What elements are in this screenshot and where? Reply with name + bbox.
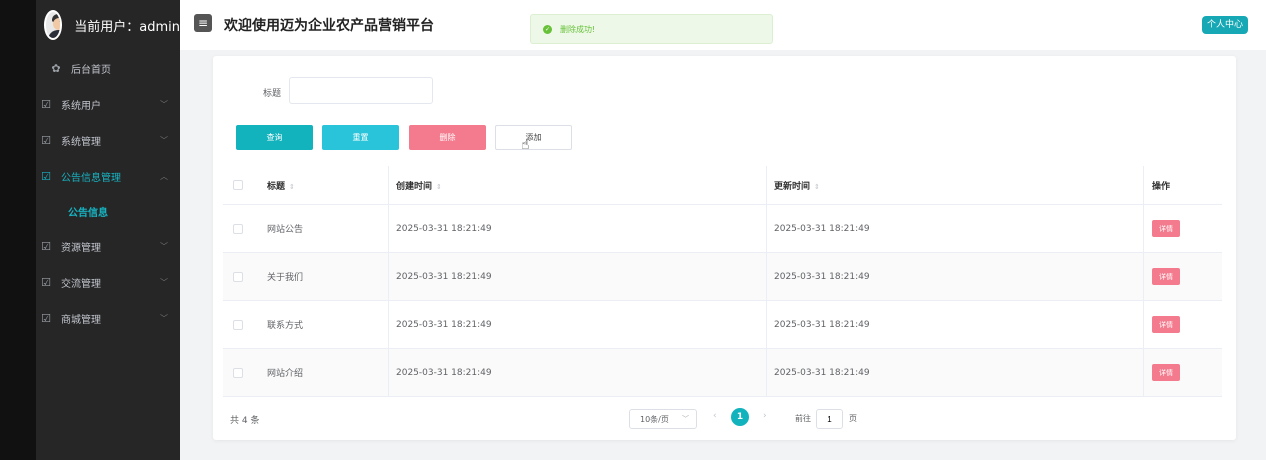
detail-button[interactable]: 详情 bbox=[1152, 220, 1180, 237]
delete-button[interactable]: 删除 bbox=[409, 125, 486, 150]
success-toast: ✓ 删除成功! bbox=[530, 14, 773, 44]
sidebar-item-label: 系统管理 bbox=[61, 136, 101, 148]
sidebar-item-label: 交流管理 bbox=[61, 278, 101, 290]
chevron-up-icon: ︿ bbox=[160, 171, 168, 181]
sidebar-item-system-users[interactable]: ☑ 系统用户 ﹀ bbox=[36, 86, 180, 122]
chevron-down-icon: ﹀ bbox=[160, 135, 168, 145]
announcement-table: 标题 ⇕ 创建时间 ⇕ 更新时间 ⇕ 操作 网站公告 2025-03-31 18:21… bbox=[223, 166, 1222, 397]
detail-button[interactable]: 详情 bbox=[1152, 268, 1180, 285]
sort-icon: ⇕ bbox=[814, 182, 820, 191]
column-header-created[interactable]: 创建时间 ⇕ bbox=[396, 179, 442, 192]
user-area: 当前用户：admin bbox=[36, 0, 180, 50]
edit-icon: ☑ bbox=[41, 239, 51, 253]
table-row: 网站介绍 2025-03-31 18:21:49 2025-03-31 18:2… bbox=[223, 349, 1222, 397]
table-row: 联系方式 2025-03-31 18:21:49 2025-03-31 18:2… bbox=[223, 301, 1222, 349]
table-row: 关于我们 2025-03-31 18:21:49 2025-03-31 18:2… bbox=[223, 253, 1222, 301]
cell-updated: 2025-03-31 18:21:49 bbox=[774, 319, 870, 330]
select-all-checkbox[interactable] bbox=[233, 180, 243, 190]
row-checkbox[interactable] bbox=[233, 367, 243, 378]
sidebar-item-communication-management[interactable]: ☑ 交流管理 ﹀ bbox=[36, 264, 180, 300]
column-header-title[interactable]: 标题 ⇕ bbox=[267, 179, 295, 192]
prev-page-icon[interactable]: ‹ bbox=[713, 411, 717, 421]
sidebar-item-shop-management[interactable]: ☑ 商城管理 ﹀ bbox=[36, 300, 180, 336]
goto-label-prefix: 前往 bbox=[795, 414, 811, 423]
chevron-down-icon: ﹀ bbox=[160, 277, 168, 287]
topbar: ≡ 欢迎使用迈为企业农产品营销平台 ✓ 删除成功! 个人中心 bbox=[180, 0, 1266, 50]
search-label: 标题 bbox=[263, 89, 282, 99]
edit-icon: ☑ bbox=[41, 311, 51, 325]
total-count: 共 4 条 bbox=[230, 416, 260, 426]
sidebar-item-label: 资源管理 bbox=[61, 242, 101, 254]
edit-icon: ☑ bbox=[41, 133, 51, 147]
home-icon: ✿ bbox=[51, 61, 61, 75]
sidebar: 当前用户：admin ✿ 后台首页 ☑ 系统用户 ﹀ ☑ 系统管理 ﹀ ☑ 公告… bbox=[36, 0, 180, 460]
cell-updated: 2025-03-31 18:21:49 bbox=[774, 367, 870, 378]
reset-button[interactable]: 重置 bbox=[322, 125, 399, 150]
sort-icon: ⇕ bbox=[436, 182, 442, 191]
page-size-select[interactable]: 10条/页 ﹀ bbox=[629, 409, 697, 429]
edit-icon: ☑ bbox=[41, 275, 51, 289]
add-button[interactable]: 添加 bbox=[495, 125, 572, 150]
sidebar-item-label: 公告信息管理 bbox=[61, 172, 121, 184]
detail-button[interactable]: 详情 bbox=[1152, 316, 1180, 333]
cell-created: 2025-03-31 18:21:49 bbox=[396, 223, 492, 234]
goto-label-suffix: 页 bbox=[849, 414, 857, 423]
chevron-down-icon: ﹀ bbox=[160, 99, 168, 109]
chevron-down-icon: ﹀ bbox=[682, 415, 689, 423]
check-circle-icon: ✓ bbox=[543, 24, 552, 34]
menu-toggle-icon[interactable]: ≡ bbox=[194, 14, 212, 32]
content-card: 标题 查询 重置 删除 添加 ☝ 标题 ⇕ 创建时间 ⇕ 更新时间 ⇕ 操作 网站公告… bbox=[213, 56, 1236, 440]
cell-title: 网站公告 bbox=[267, 225, 304, 235]
cell-created: 2025-03-31 18:21:49 bbox=[396, 271, 492, 282]
sidebar-item-home[interactable]: ✿ 后台首页 bbox=[36, 50, 180, 86]
query-button[interactable]: 查询 bbox=[236, 125, 313, 150]
row-checkbox[interactable] bbox=[233, 319, 243, 330]
row-checkbox[interactable] bbox=[233, 223, 243, 234]
cell-updated: 2025-03-31 18:21:49 bbox=[774, 223, 870, 234]
edit-icon: ☑ bbox=[41, 97, 51, 111]
page-title: 欢迎使用迈为企业农产品营销平台 bbox=[224, 18, 434, 34]
toast-message: 删除成功! bbox=[560, 24, 596, 34]
sort-icon: ⇕ bbox=[289, 182, 295, 191]
cell-title: 关于我们 bbox=[267, 273, 304, 283]
avatar bbox=[44, 10, 63, 40]
edit-icon: ☑ bbox=[41, 169, 51, 183]
sidebar-item-label: 商城管理 bbox=[61, 314, 101, 326]
window-left-strip bbox=[0, 0, 36, 460]
column-header-action: 操作 bbox=[1152, 181, 1171, 192]
sidebar-subitem-announcements[interactable]: 公告信息 bbox=[36, 194, 180, 228]
column-header-updated[interactable]: 更新时间 ⇕ bbox=[774, 179, 820, 192]
title-search-input[interactable] bbox=[289, 77, 433, 104]
next-page-icon[interactable]: › bbox=[763, 411, 767, 421]
sidebar-item-announcement-management[interactable]: ☑ 公告信息管理 ︿ bbox=[36, 158, 180, 194]
page-number-current[interactable]: 1 bbox=[731, 408, 749, 426]
sidebar-item-label: 系统用户 bbox=[61, 100, 101, 112]
row-checkbox[interactable] bbox=[233, 271, 243, 282]
page-size-value: 10条/页 bbox=[640, 414, 669, 424]
current-user-label: 当前用户：admin bbox=[74, 19, 180, 35]
sidebar-item-label: 公告信息 bbox=[68, 207, 108, 219]
cell-title: 联系方式 bbox=[267, 321, 304, 331]
cell-title: 网站介绍 bbox=[267, 369, 304, 379]
chevron-down-icon: ﹀ bbox=[160, 241, 168, 251]
chevron-down-icon: ﹀ bbox=[160, 313, 168, 323]
sidebar-item-system-management[interactable]: ☑ 系统管理 ﹀ bbox=[36, 122, 180, 158]
sidebar-item-resource-management[interactable]: ☑ 资源管理 ﹀ bbox=[36, 228, 180, 264]
cell-created: 2025-03-31 18:21:49 bbox=[396, 367, 492, 378]
goto-page-input[interactable] bbox=[816, 409, 843, 429]
table-row: 网站公告 2025-03-31 18:21:49 2025-03-31 18:2… bbox=[223, 205, 1222, 253]
profile-button[interactable]: 个人中心 bbox=[1201, 16, 1248, 34]
cell-updated: 2025-03-31 18:21:49 bbox=[774, 271, 870, 282]
table-header: 标题 ⇕ 创建时间 ⇕ 更新时间 ⇕ 操作 bbox=[223, 166, 1222, 205]
cell-created: 2025-03-31 18:21:49 bbox=[396, 319, 492, 330]
detail-button[interactable]: 详情 bbox=[1152, 364, 1180, 381]
sidebar-item-label: 后台首页 bbox=[71, 64, 111, 76]
